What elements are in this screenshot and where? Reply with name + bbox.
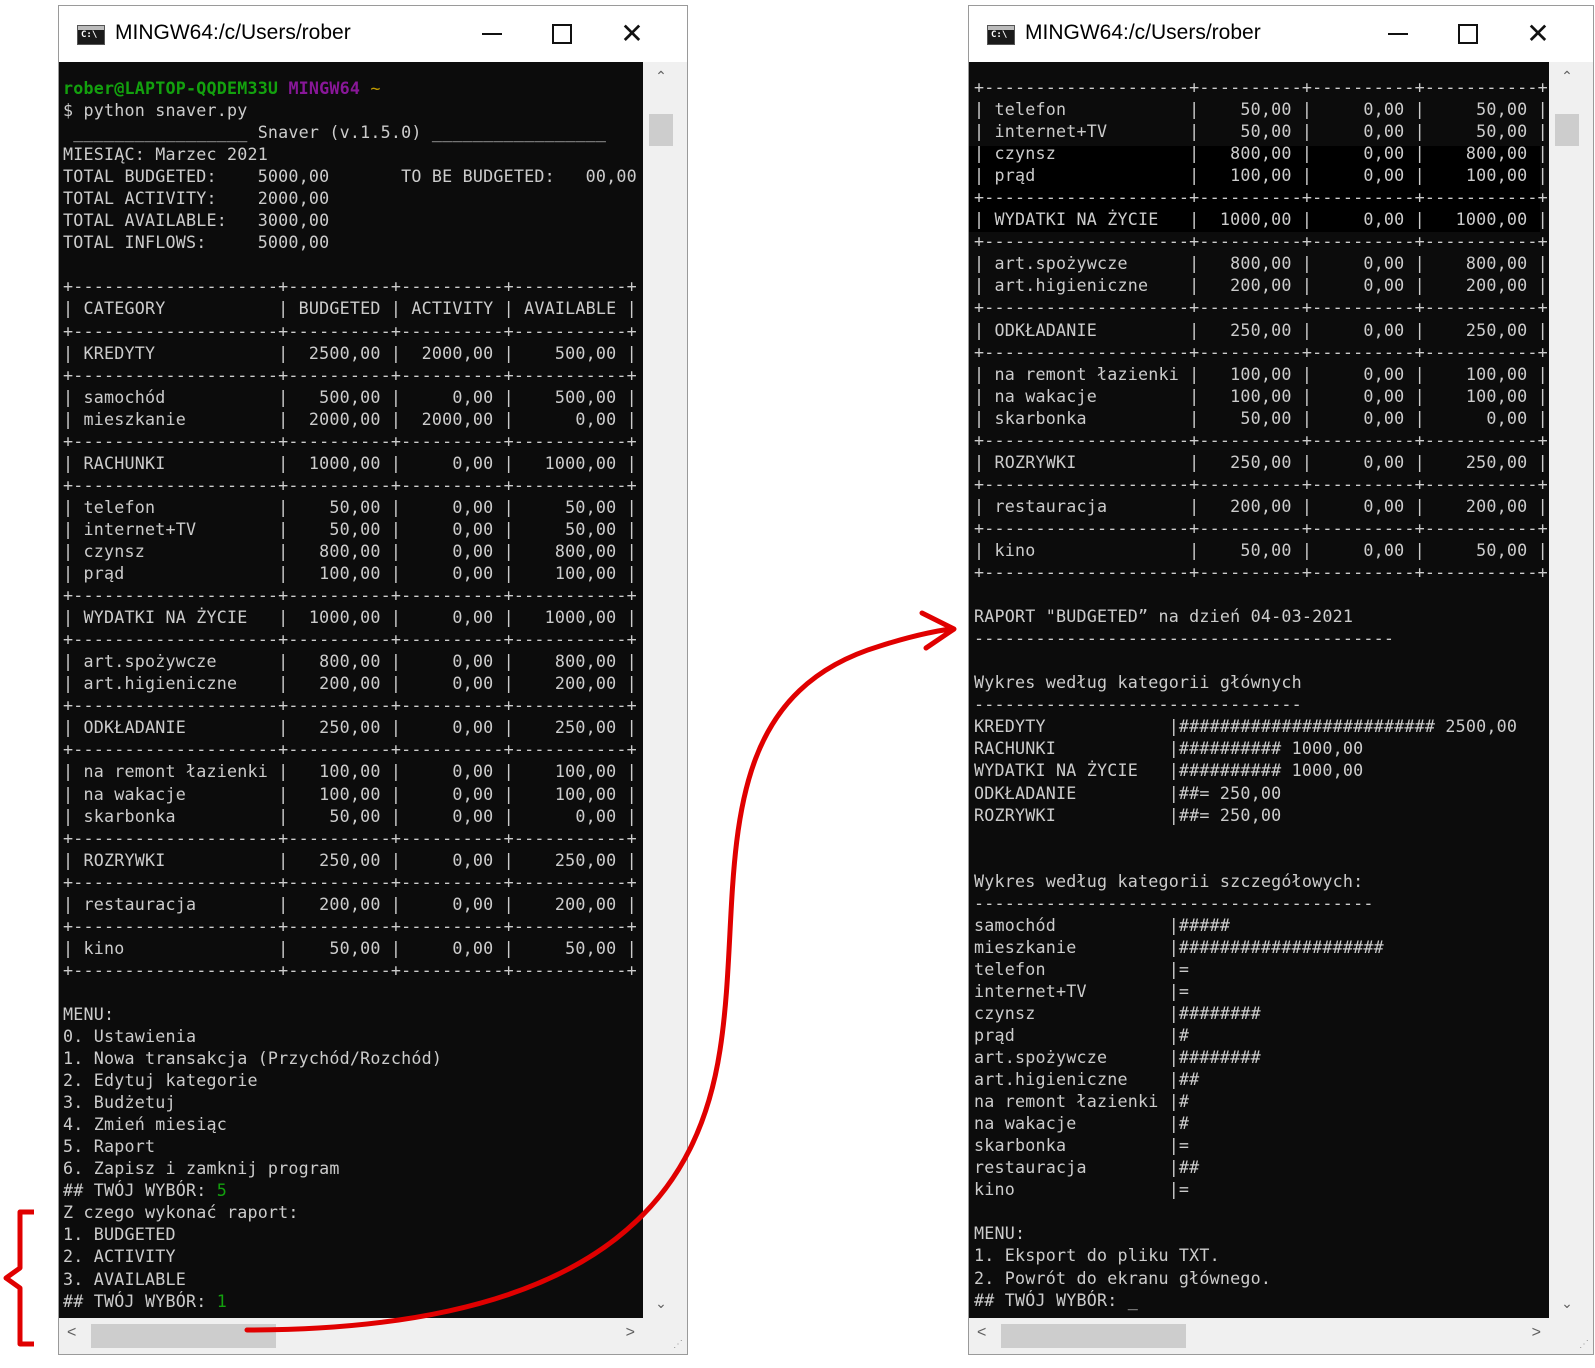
scroll-left-arrow-icon[interactable]: < [977, 1324, 986, 1342]
scroll-up-arrow-icon[interactable]: ⌃ [643, 68, 679, 85]
command-line: $ python snaver.py [63, 100, 248, 121]
prompt-dir: ~ [370, 78, 381, 98]
minimize-icon [1388, 32, 1408, 35]
minimize-icon [482, 32, 502, 35]
scroll-thumb[interactable] [1001, 1324, 1186, 1348]
scroll-down-arrow-icon[interactable]: ⌄ [1549, 1295, 1585, 1312]
choice-label: ## TWÓJ WYBÓR: [63, 1180, 217, 1201]
window-title: MINGW64:/c/Users/rober [1025, 21, 1261, 44]
maximize-icon [552, 23, 572, 44]
report-prompt-text: Z czego wykonać raport: 1. BUDGETED 2. A… [63, 1202, 299, 1289]
choice-value: 1 [216, 1290, 227, 1311]
scroll-down-arrow-icon[interactable]: ⌄ [643, 1295, 679, 1312]
choice-label: ## TWÓJ WYBÓR: [63, 1290, 217, 1311]
resize-grip-icon[interactable]: ⋰ [673, 1339, 683, 1350]
window-title: MINGW64:/c/Users/rober [115, 21, 351, 44]
close-button[interactable]: ✕ [597, 6, 667, 62]
scroll-right-arrow-icon[interactable]: > [626, 1324, 635, 1342]
horizontal-scrollbar[interactable]: < > ⋰ [59, 1318, 687, 1354]
maximize-button[interactable] [1433, 6, 1503, 62]
title-bar: C:\ MINGW64:/c/Users/rober ✕ [969, 6, 1593, 62]
terminal-console[interactable]: rober@LAPTOP-QQDEM33U MINGW64 ~ $ python… [59, 62, 643, 1318]
minimize-button[interactable] [457, 6, 527, 62]
choice-value: 5 [216, 1180, 227, 1201]
resize-grip-icon[interactable]: ⋰ [1579, 1339, 1589, 1350]
vertical-scrollbar[interactable]: ⌃ ⌄ [643, 62, 687, 1318]
console-app-icon[interactable]: C:\ [77, 25, 105, 45]
scroll-thumb[interactable] [1555, 114, 1579, 146]
scroll-thumb[interactable] [91, 1324, 276, 1348]
terminal-window-left: C:\ MINGW64:/c/Users/rober ✕ rober@LAPTO… [58, 5, 688, 1355]
maximize-icon [1458, 23, 1478, 44]
scroll-left-arrow-icon[interactable]: < [67, 1324, 76, 1342]
title-bar: C:\ MINGW64:/c/Users/rober ✕ [59, 6, 687, 62]
terminal-output: rober@LAPTOP-QQDEM33U MINGW64 ~ $ python… [63, 77, 637, 1312]
close-button[interactable]: ✕ [1503, 6, 1573, 62]
close-icon: ✕ [1526, 17, 1550, 50]
minimize-button[interactable] [1363, 6, 1433, 62]
selection-bracket [3, 1209, 34, 1347]
vertical-scrollbar[interactable]: ⌃ ⌄ [1549, 62, 1593, 1318]
terminal-console[interactable]: +--------------------+----------+-------… [969, 62, 1549, 1318]
main-screen-text: _________________ Snaver (v.1.5.0) _____… [63, 122, 637, 1179]
console-app-icon[interactable]: C:\ [987, 25, 1015, 45]
scroll-thumb[interactable] [649, 114, 673, 146]
maximize-button[interactable] [527, 6, 597, 62]
close-icon: ✕ [620, 17, 644, 50]
arrow-head-icon [919, 610, 957, 651]
terminal-window-right: C:\ MINGW64:/c/Users/rober ✕ +----------… [968, 5, 1594, 1355]
prompt-user: rober@LAPTOP-QQDEM33U [63, 78, 279, 98]
prompt-env: MINGW64 [288, 78, 361, 98]
scroll-up-arrow-icon[interactable]: ⌃ [1549, 68, 1585, 85]
scroll-right-arrow-icon[interactable]: > [1532, 1324, 1541, 1342]
report-screen-text: +--------------------+----------+-------… [974, 77, 1548, 1310]
horizontal-scrollbar[interactable]: < > ⋰ [969, 1318, 1593, 1354]
